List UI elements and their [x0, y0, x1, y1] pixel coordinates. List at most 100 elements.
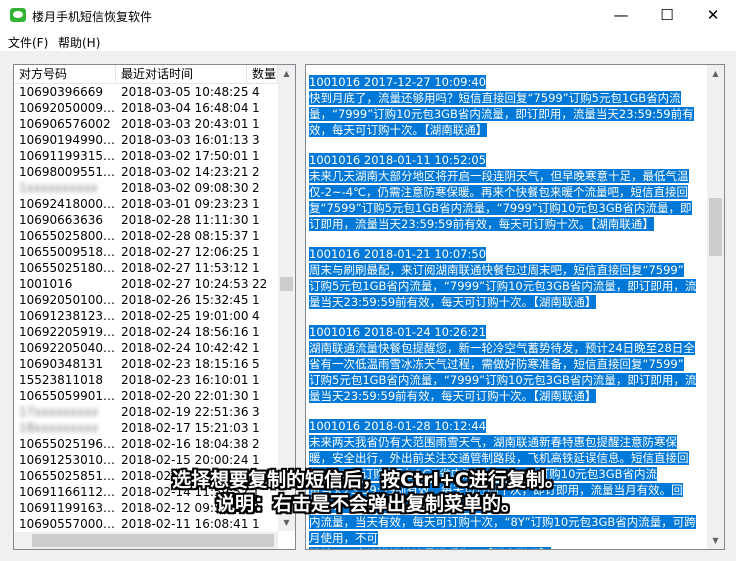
row-count: 1 [252, 293, 260, 307]
row-number: 106906576002 [19, 117, 111, 131]
row-count: 1 [252, 149, 260, 163]
row-time: 2018-03-02 09:08:30 [121, 181, 249, 195]
table-row[interactable]: 10655059901… 2018-02-20 22:01:30 1 [14, 388, 278, 404]
menu-help[interactable]: 帮助(H) [58, 34, 100, 51]
table-row[interactable]: 10655025800… 2018-02-28 08:15:37 1 [14, 228, 278, 244]
list-horizontal-scrollbar[interactable] [14, 532, 278, 549]
message-block[interactable]: 1001016 2018-01-24 10:26:21 湖南联通流量快餐包提醒您，… [309, 324, 705, 404]
message-block[interactable]: 1001016 2018-01-11 10:52:05 未来几天湖南大部分地区将开… [309, 152, 705, 232]
row-time: 2018-03-03 16:01:13 [121, 133, 249, 147]
table-row[interactable]: 10690194990… 2018-03-03 16:01:13 3 [14, 132, 278, 148]
row-count: 5 [252, 357, 260, 371]
row-time: 2018-02-20 22:01:30 [121, 389, 249, 403]
row-time: 2018-02-27 11:53:12 [121, 261, 249, 275]
table-row[interactable]: 10692205919… 2018-02-24 18:56:16 1 [14, 324, 278, 340]
row-time: 2018-02-27 10:24:53 [121, 277, 249, 291]
message-line: 订购5元包1GB省内流量，“7999”订购10元包3GB省内流量，即订即用，流 [309, 373, 697, 387]
row-number: 10690396669 [19, 85, 103, 99]
table-row[interactable]: 15523811018 2018-02-23 16:10:01 1 [14, 372, 278, 388]
message-header: 1001016 2017-12-27 10:09:40 [309, 75, 487, 89]
column-header-count[interactable]: 数量 [247, 65, 278, 83]
row-count: 4 [252, 85, 260, 99]
minimize-button[interactable]: — [598, 0, 644, 31]
row-count: 2 [252, 181, 260, 195]
row-count: 22 [252, 277, 268, 291]
row-number: 10690663636 [19, 213, 103, 227]
table-row[interactable]: 10692050009… 2018-03-04 16:48:04 1 [14, 100, 278, 116]
column-header-number[interactable]: 对方号码 [14, 65, 116, 83]
row-number: 10690557000… [19, 517, 115, 530]
row-time: 2018-03-01 09:23:23 [121, 197, 249, 211]
table-row[interactable]: 10691238123… 2018-02-25 19:01:00 4 [14, 308, 278, 324]
message-line: 省有一次低温雨雪冰冻天气过程，需做好防寒准备，短信直接回复“7599” [309, 357, 684, 371]
row-count: 2 [252, 437, 260, 451]
message-block[interactable]: 1001016 2017-12-27 10:09:40 快到月底了，流量还够用吗？… [309, 74, 705, 138]
row-time: 2018-03-04 16:48:04 [121, 101, 249, 115]
row-time: 2018-02-26 15:32:45 [121, 293, 249, 307]
row-number: 10655025180… [19, 261, 115, 275]
row-time: 2018-02-17 15:21:03 [121, 421, 249, 435]
column-header-time[interactable]: 最近对话时间 [116, 65, 247, 83]
message-line: 未来两天我省仍有大范围雨雪天气，湖南联通新春特惠包提醒注意防寒保 [309, 435, 677, 449]
row-number: 17xxxxxxxxx [19, 405, 99, 419]
row-time: 2018-02-11 16:08:41 [121, 517, 249, 530]
message-block[interactable]: 1001016 2018-01-21 10:07:50 周末与刷刷最配，来订阅湖南… [309, 246, 705, 310]
menu-file[interactable]: 文件(F) [8, 34, 48, 51]
message-line: 内流量，当天有效，每天可订购十次，“8Y”订购10元包3GB省内流量，可跨月使用… [309, 515, 696, 545]
row-time: 2018-02-23 16:10:01 [121, 373, 249, 387]
scroll-down-arrow-icon[interactable]: ▼ [707, 532, 724, 549]
app-message-icon [10, 8, 26, 22]
row-number: 10692205040… [19, 341, 115, 355]
row-number: 10691238123… [19, 309, 115, 323]
table-row[interactable]: 106906576002 2018-03-03 20:43:01 1 [14, 116, 278, 132]
row-number: 10690348131 [19, 357, 103, 371]
list-vertical-scrollbar[interactable]: ▲ ▼ [278, 65, 295, 531]
message-line: 量当天23:59:59前有效，每天可订购十次。【湖南联通】 [309, 389, 597, 403]
row-number: 10692418000… [19, 197, 115, 211]
table-row[interactable]: 17xxxxxxxxx 2018-02-19 22:51:36 3 [14, 404, 278, 420]
table-row[interactable]: 10655009518… 2018-02-27 12:06:25 1 [14, 244, 278, 260]
message-header: 1001016 2018-01-24 10:26:21 [309, 325, 487, 339]
table-row[interactable]: 1001016 2018-02-27 10:24:53 22 [14, 276, 278, 292]
message-line: 未来几天湖南大部分地区将开启一段连阴天气，但早晚寒意十足，最低气温 [309, 169, 689, 183]
list-hscroll-thumb[interactable] [32, 534, 274, 547]
scroll-up-arrow-icon[interactable]: ▲ [707, 65, 724, 82]
table-row[interactable]: 10690348131 2018-02-23 18:15:16 5 [14, 356, 278, 372]
table-row[interactable]: 10692050100… 2018-02-26 15:32:45 1 [14, 292, 278, 308]
table-row[interactable]: 10655025180… 2018-02-27 11:53:12 1 [14, 260, 278, 276]
row-number: 10692050100… [19, 293, 115, 307]
message-header: 1001016 2018-01-21 10:07:50 [309, 247, 487, 261]
row-count: 1 [252, 245, 260, 259]
row-number: 18xxxxxxxxx [19, 421, 99, 435]
message-header: 1001016 2018-01-28 10:12:44 [309, 419, 487, 433]
table-row[interactable]: 10690396669 2018-03-05 10:48:25 4 [14, 84, 278, 100]
table-row[interactable]: 10690663636 2018-02-28 11:11:30 1 [14, 212, 278, 228]
message-line: 订即用，流量当天23:59:59前有效，每天可订购十次。【湖南联通】 [309, 217, 654, 231]
table-row[interactable]: 10692418000… 2018-03-01 09:23:23 1 [14, 196, 278, 212]
close-button[interactable]: ✕ [690, 0, 736, 31]
row-count: 1 [252, 325, 260, 339]
maximize-button[interactable]: ☐ [644, 0, 690, 31]
message-line: 量，“7999”订购10元包3GB省内流量，即订即用，流量当天23:59:59前… [309, 107, 694, 121]
list-scroll-thumb[interactable] [280, 277, 293, 291]
table-row[interactable]: 10698009551… 2018-03-02 14:23:21 2 [14, 164, 278, 180]
row-number: 10655059901… [19, 389, 115, 403]
message-line: 效，每天可订购十次。【湖南联通】 [309, 123, 488, 137]
table-row[interactable]: 10655025196… 2018-02-16 18:04:38 2 [14, 436, 278, 452]
row-count: 3 [252, 133, 260, 147]
row-time: 2018-02-24 18:56:16 [121, 325, 249, 339]
scroll-up-arrow-icon[interactable]: ▲ [278, 65, 295, 82]
table-row[interactable]: 10692205040… 2018-02-24 10:42:42 1 [14, 340, 278, 356]
message-scroll-thumb[interactable] [709, 198, 722, 256]
message-line: 暖，安全出行，外出前关注交通管制路段，飞机高铁延误信息。短信直接回 [309, 451, 689, 465]
scroll-down-arrow-icon[interactable]: ▼ [278, 514, 295, 531]
row-time: 2018-02-27 12:06:25 [121, 245, 249, 259]
caption-line-1: 选择想要复制的短信后，按Ctrl+C进行复制。 [172, 469, 564, 491]
message-line: 结转。月末让满满的流量温暖你！【湖南联通】 [309, 547, 551, 549]
row-number: 10691199315… [19, 149, 115, 163]
table-row[interactable]: 18xxxxxxxxx 2018-02-17 15:21:03 1 [14, 420, 278, 436]
table-row[interactable]: 10690557000… 2018-02-11 16:08:41 1 [14, 516, 278, 530]
table-row[interactable]: 10691199315… 2018-03-02 17:50:01 1 [14, 148, 278, 164]
table-row[interactable]: 1xxxxxxxxxx 2018-03-02 09:08:30 2 [14, 180, 278, 196]
window-title: 楼月手机短信恢复软件 [32, 10, 153, 24]
